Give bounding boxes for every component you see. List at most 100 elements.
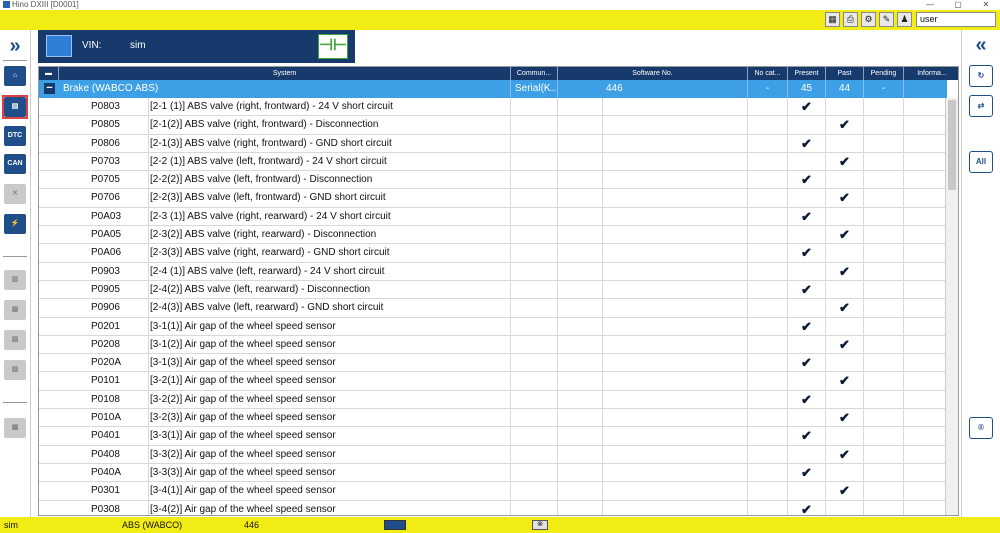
column-software-no[interactable]: Software No.: [558, 67, 748, 80]
dtc-information: [904, 98, 947, 116]
table-row[interactable]: P0A05 [2-3(2)] ABS valve (right, rearward…: [39, 226, 947, 245]
clear-all-button[interactable]: All: [968, 150, 994, 174]
column-no-category[interactable]: No cat...: [748, 67, 788, 80]
system-select-button[interactable]: ▤: [2, 95, 28, 119]
dtc-code: P0A05: [39, 226, 149, 244]
tools-button[interactable]: ✕: [2, 182, 28, 206]
column-past[interactable]: Past: [826, 67, 864, 80]
dtc-communication: [511, 280, 558, 299]
table-row[interactable]: P0703 [2-2 (1)] ABS valve (left, frontwar…: [39, 152, 947, 172]
monitor-button[interactable]: ▥: [2, 268, 28, 292]
divider: [3, 402, 27, 403]
dtc-no-category: [748, 262, 788, 280]
table-row[interactable]: P0705 [2-2(2)] ABS valve (left, frontward…: [39, 171, 947, 190]
dtc-description: [2-4(3)] ABS valve (left, rearward) - GN…: [149, 299, 511, 317]
group-communication: Serial(K...: [515, 80, 558, 98]
dtc-past: [826, 390, 864, 409]
expand-button[interactable]: »: [2, 34, 28, 58]
collapse-button[interactable]: «: [968, 34, 994, 58]
home-icon: ⌂: [4, 66, 26, 86]
minimize-button[interactable]: —: [916, 0, 944, 10]
table-row[interactable]: P0208 [3-1(2)] Air gap of the wheel speed…: [39, 335, 947, 355]
table-row[interactable]: P020A [3-1(3)] Air gap of the wheel speed…: [39, 354, 947, 373]
table-row[interactable]: P0805 [2-1(2)] ABS valve (right, frontwar…: [39, 116, 947, 135]
checkmark-icon: ✔: [839, 373, 850, 389]
test-button[interactable]: ▧: [2, 328, 28, 352]
dtc-software: [558, 134, 603, 152]
table-row[interactable]: P0903 [2-4 (1)] ABS valve (left, rearward…: [39, 262, 947, 281]
status-system: ABS (WABCO): [122, 520, 183, 530]
dtc-code: P0201: [39, 317, 149, 335]
clear-dtc-button[interactable]: ⇄: [968, 94, 994, 118]
dtc-information: [904, 189, 947, 207]
dtc-information: [904, 482, 947, 500]
dtc-pending: [864, 299, 904, 317]
table-row[interactable]: P040A [3-3(3)] Air gap of the wheel speed…: [39, 463, 947, 483]
reconnect-button[interactable]: ®: [968, 416, 994, 440]
maximize-button[interactable]: ▢: [944, 0, 972, 10]
dtc-code: P0A06: [39, 244, 149, 262]
gear-icon[interactable]: ⚙: [861, 12, 876, 27]
dtc-present: [788, 482, 826, 500]
column-system[interactable]: System: [59, 67, 511, 80]
dtc-software-ext: [603, 116, 748, 134]
graph-button[interactable]: ▦: [2, 298, 28, 322]
table-row[interactable]: P0301 [3-4(1)] Air gap of the wheel speed…: [39, 482, 947, 501]
checkmark-icon: ✔: [801, 135, 812, 151]
calculator-icon[interactable]: ▦: [825, 12, 840, 27]
dtc-button[interactable]: DTC: [2, 124, 28, 148]
table-row[interactable]: P0101 [3-2(1)] Air gap of the wheel speed…: [39, 372, 947, 391]
refresh-dtc-button[interactable]: ↻: [968, 64, 994, 88]
table-row[interactable]: P0308 [3-4(2)] Air gap of the wheel speed…: [39, 500, 947, 515]
vertical-scrollbar[interactable]: [945, 98, 958, 515]
dtc-pending: [864, 463, 904, 482]
dtc-table: ▬ System Commun... Software No. No cat..…: [38, 66, 959, 516]
table-row[interactable]: P0201 [3-1(1)] Air gap of the wheel speed…: [39, 317, 947, 336]
column-present[interactable]: Present: [788, 67, 826, 80]
collapse-group-icon[interactable]: −: [44, 83, 55, 94]
column-information[interactable]: Informa...: [904, 67, 958, 80]
table-row[interactable]: P010A [3-2(3)] Air gap of the wheel speed…: [39, 409, 947, 428]
monitor-icon: ▥: [4, 270, 26, 290]
dtc-present: ✔: [788, 134, 826, 152]
dtc-present: ✔: [788, 390, 826, 409]
vehicle-icon[interactable]: [46, 35, 72, 57]
table-row[interactable]: P0A03 [2-3 (1)] ABS valve (right, rearwar…: [39, 207, 947, 227]
home-button[interactable]: ⌂: [2, 64, 28, 88]
dtc-software: [558, 463, 603, 482]
close-button[interactable]: ✕: [972, 0, 1000, 10]
group-row-brake[interactable]: − Brake (WABCO ABS) Serial(K... 446 - 45…: [39, 80, 947, 98]
collapse-all-toggle[interactable]: ▬: [39, 67, 59, 80]
table-row[interactable]: P0806 [2-1(3)] ABS valve (right, frontwar…: [39, 134, 947, 153]
column-communication[interactable]: Commun...: [511, 67, 558, 80]
table-row[interactable]: P0706 [2-2(3)] ABS valve (left, frontward…: [39, 189, 947, 208]
table-header: ▬ System Commun... Software No. No cat..…: [39, 67, 958, 80]
dtc-software-ext: [603, 98, 748, 116]
dtc-past: ✔: [826, 482, 864, 500]
connection-plug-icon[interactable]: ⊣⊢: [318, 34, 348, 59]
setting-button[interactable]: ▨: [2, 358, 28, 382]
scrollbar-thumb[interactable]: [948, 100, 956, 190]
printer-icon[interactable]: ⎙: [843, 12, 858, 27]
dtc-description: [2-3(2)] ABS valve (right, rearward) - D…: [149, 226, 511, 244]
table-row[interactable]: P0905 [2-4(2)] ABS valve (left, rearward)…: [39, 280, 947, 300]
dtc-software-ext: [603, 390, 748, 409]
user-field[interactable]: user: [916, 12, 996, 27]
table-row[interactable]: P0803 [2-1 (1)] ABS valve (right, frontwa…: [39, 98, 947, 117]
table-row[interactable]: P0408 [3-3(2)] Air gap of the wheel speed…: [39, 445, 947, 464]
column-pending[interactable]: Pending: [864, 67, 904, 80]
can-button[interactable]: CAN: [2, 152, 28, 176]
user-icon[interactable]: ♟: [897, 12, 912, 27]
dtc-code: P040A: [39, 463, 149, 482]
edit-icon[interactable]: ✎: [879, 12, 894, 27]
dtc-description: [3-4(1)] Air gap of the wheel speed sens…: [149, 482, 511, 500]
vin-value: sim: [130, 40, 146, 51]
table-row[interactable]: P0906 [2-4(3)] ABS valve (left, rearward)…: [39, 299, 947, 318]
dtc-present: [788, 116, 826, 134]
record-button[interactable]: ▩: [2, 416, 28, 440]
table-row[interactable]: P0401 [3-3(1)] Air gap of the wheel speed…: [39, 427, 947, 446]
dtc-communication: [511, 189, 558, 207]
table-row[interactable]: P0108 [3-2(2)] Air gap of the wheel speed…: [39, 390, 947, 410]
flash-button[interactable]: ⚡: [2, 212, 28, 236]
table-row[interactable]: P0A06 [2-3(3)] ABS valve (right, rearward…: [39, 244, 947, 263]
